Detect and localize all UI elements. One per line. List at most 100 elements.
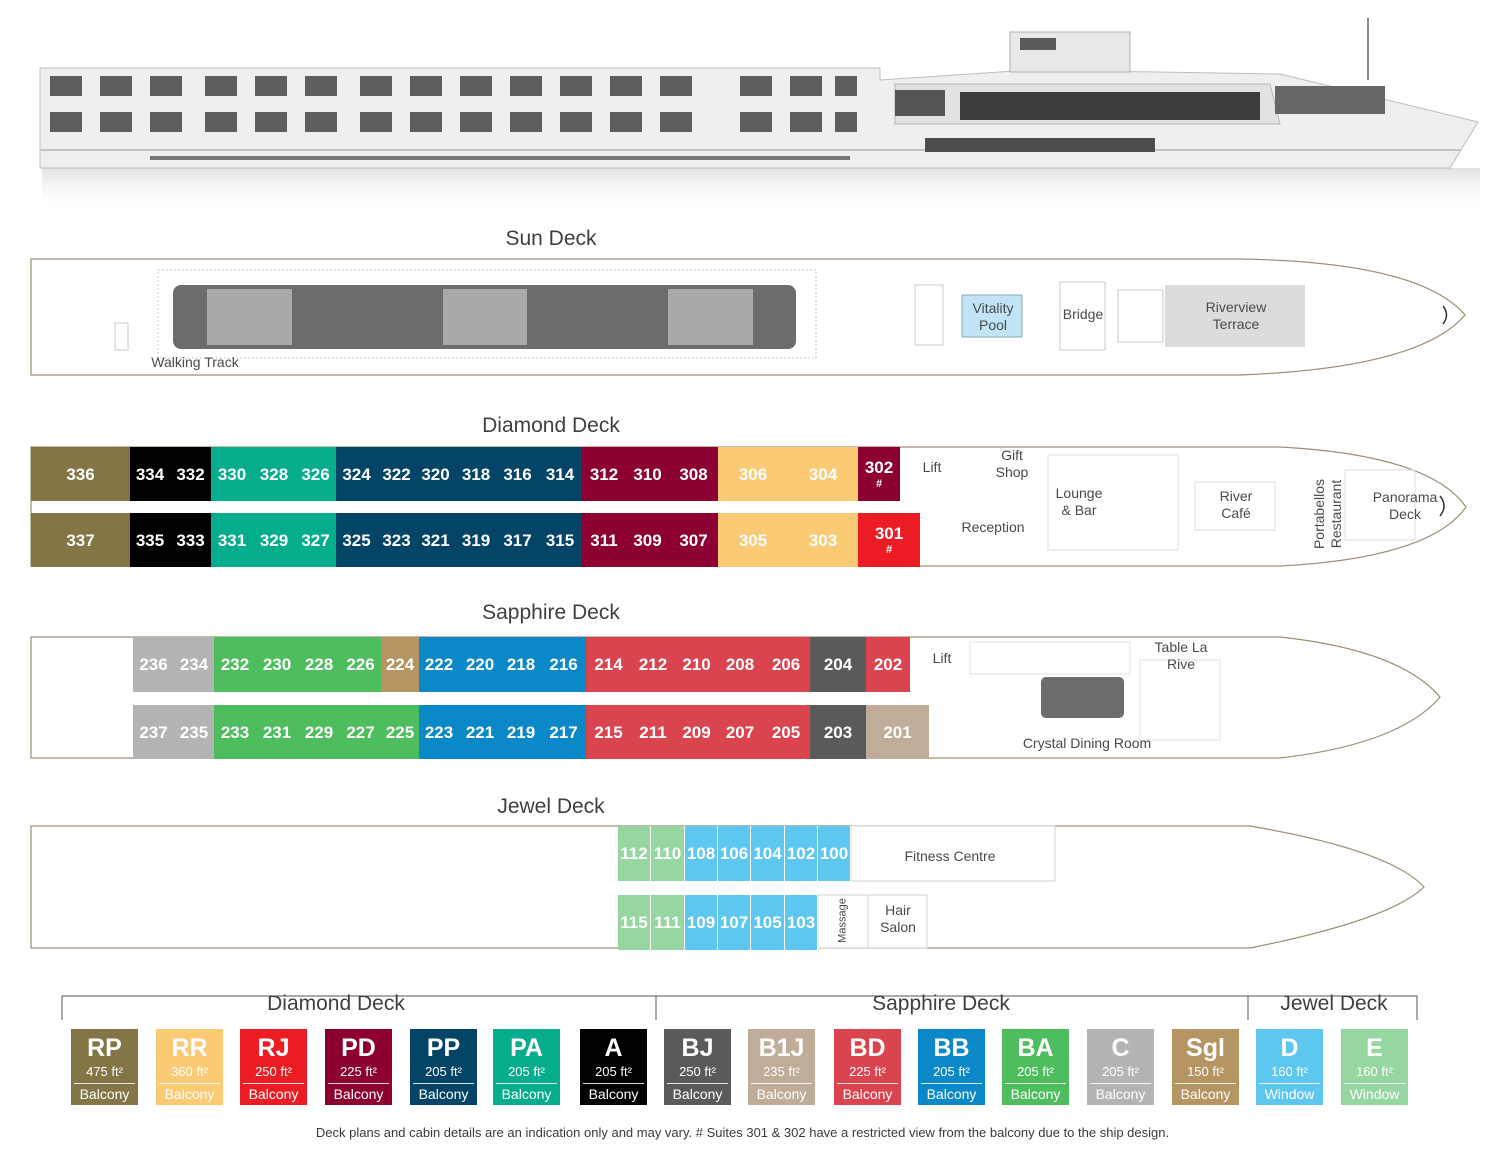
legend-type: Balcony <box>1180 1086 1231 1102</box>
cabin-112[interactable]: 112 <box>618 826 651 881</box>
cabin-315[interactable]: 315 <box>538 513 582 567</box>
cabin-number: 204 <box>823 655 853 674</box>
cabin-223[interactable]: 223 <box>419 705 459 759</box>
cabin-302[interactable]: 302 # <box>858 447 900 501</box>
legend-size: 250 ft² <box>255 1064 292 1079</box>
cabin-316[interactable]: 316 <box>497 447 538 501</box>
cabin-323[interactable]: 323 <box>377 513 416 567</box>
cabin-number: 303 <box>808 530 838 550</box>
cabin-318[interactable]: 318 <box>455 447 497 501</box>
cabin-104[interactable]: 104 <box>751 826 785 881</box>
cabin-219[interactable]: 219 <box>501 705 541 759</box>
cabin-319[interactable]: 319 <box>455 513 497 567</box>
cabin-number: 215 <box>594 722 623 742</box>
cabin-309[interactable]: 309 <box>626 513 669 567</box>
cabin-208[interactable]: 208 <box>718 637 762 692</box>
cabin-number: 334 <box>135 464 165 484</box>
cabin-328[interactable]: 328 <box>253 447 295 501</box>
gift-shop-label: Gift Shop <box>995 447 1029 480</box>
cabin-312[interactable]: 312 <box>582 447 626 501</box>
cabin-210[interactable]: 210 <box>675 637 718 692</box>
legend-size: 150 ft² <box>1187 1064 1224 1079</box>
cabin-311[interactable]: 311 <box>582 513 626 567</box>
cabin-303[interactable]: 303 <box>788 513 858 567</box>
cabin-304[interactable]: 304 <box>788 447 858 501</box>
cabin-227[interactable]: 227 <box>340 705 381 759</box>
cabin-103[interactable]: 103 <box>785 895 818 950</box>
cabin-211[interactable]: 211 <box>631 705 675 759</box>
cabin-201[interactable]: 201 <box>866 705 929 759</box>
cabin-326[interactable]: 326 <box>295 447 336 501</box>
cabin-202[interactable]: 202 <box>866 637 910 692</box>
cabin-308[interactable]: 308 <box>669 447 718 501</box>
cabin-334[interactable]: 334 <box>130 447 170 501</box>
cabin-217[interactable]: 217 <box>541 705 586 759</box>
cabin-222[interactable]: 222 <box>419 637 459 692</box>
cabin-317[interactable]: 317 <box>497 513 538 567</box>
cabin-number: 108 <box>686 844 716 863</box>
cabin-230[interactable]: 230 <box>256 637 298 692</box>
cabin-235[interactable]: 235 <box>174 705 214 759</box>
cabin-225[interactable]: 225 <box>381 705 419 759</box>
cabin-234[interactable]: 234 <box>174 637 214 692</box>
cabin-301[interactable]: 301 # <box>858 513 920 567</box>
cabin-237[interactable]: 237 <box>133 705 174 759</box>
cabin-111[interactable]: 111 <box>651 895 685 950</box>
cabin-number: 327 <box>301 530 330 550</box>
cabin-number: 210 <box>682 655 711 674</box>
cabin-224[interactable]: 224 <box>381 637 419 692</box>
cabin-330[interactable]: 330 <box>211 447 253 501</box>
legend-type: Balcony <box>672 1086 723 1102</box>
cabin-115[interactable]: 115 <box>618 895 651 950</box>
cabin-231[interactable]: 231 <box>256 705 298 759</box>
cabin-205[interactable]: 205 <box>762 705 810 759</box>
cabin-236[interactable]: 236 <box>133 637 174 692</box>
cabin-324[interactable]: 324 <box>336 447 377 501</box>
cabin-206[interactable]: 206 <box>762 637 810 692</box>
cabin-329[interactable]: 329 <box>253 513 295 567</box>
cabin-221[interactable]: 221 <box>459 705 501 759</box>
cabin-209[interactable]: 209 <box>675 705 718 759</box>
cabin-102[interactable]: 102 <box>785 826 818 881</box>
hair-salon-label: Hair Salon <box>880 902 916 935</box>
cabin-218[interactable]: 218 <box>501 637 541 692</box>
cabin-203[interactable]: 203 <box>810 705 866 759</box>
cabin-109[interactable]: 109 <box>685 895 718 950</box>
cabin-212[interactable]: 212 <box>631 637 675 692</box>
cabin-327[interactable]: 327 <box>295 513 336 567</box>
cabin-105[interactable]: 105 <box>751 895 785 950</box>
cabin-320[interactable]: 320 <box>416 447 455 501</box>
cabin-229[interactable]: 229 <box>298 705 340 759</box>
cabin-307[interactable]: 307 <box>669 513 718 567</box>
cabin-228[interactable]: 228 <box>298 637 340 692</box>
cabin-110[interactable]: 110 <box>651 826 685 881</box>
cabin-106[interactable]: 106 <box>718 826 751 881</box>
cabin-100[interactable]: 100 <box>818 826 851 881</box>
cabin-310[interactable]: 310 <box>626 447 669 501</box>
cabin-207[interactable]: 207 <box>718 705 762 759</box>
cabin-332[interactable]: 332 <box>170 447 211 501</box>
cabin-306[interactable]: 306 <box>718 447 788 501</box>
cabin-333[interactable]: 333 <box>170 513 211 567</box>
cabin-108[interactable]: 108 <box>685 826 718 881</box>
cabin-214[interactable]: 214 <box>586 637 631 692</box>
cabin-204[interactable]: 204 <box>810 637 866 692</box>
cabin-322[interactable]: 322 <box>377 447 416 501</box>
cabin-314[interactable]: 314 <box>538 447 582 501</box>
cabin-305[interactable]: 305 <box>718 513 788 567</box>
cabin-331[interactable]: 331 <box>211 513 253 567</box>
cabin-226[interactable]: 226 <box>340 637 381 692</box>
cabin-232[interactable]: 232 <box>214 637 256 692</box>
cabin-233[interactable]: 233 <box>214 705 256 759</box>
cabin-335[interactable]: 335 <box>130 513 170 567</box>
cabin-325[interactable]: 325 <box>336 513 377 567</box>
cabin-337[interactable]: 337 <box>31 513 130 567</box>
cabin-321[interactable]: 321 <box>416 513 455 567</box>
legend-b1j: B1J 235 ft² Balcony <box>748 1029 815 1105</box>
legend-size: 205 ft² <box>595 1064 632 1079</box>
cabin-220[interactable]: 220 <box>459 637 501 692</box>
cabin-107[interactable]: 107 <box>718 895 751 950</box>
cabin-216[interactable]: 216 <box>541 637 586 692</box>
cabin-215[interactable]: 215 <box>586 705 631 759</box>
cabin-336[interactable]: 336 <box>31 447 130 501</box>
